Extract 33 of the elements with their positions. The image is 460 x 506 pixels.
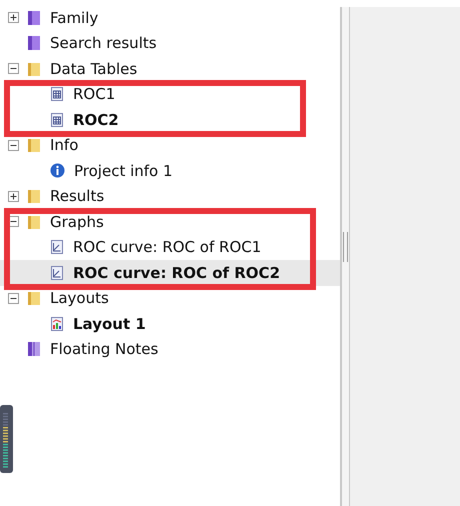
book-icon — [27, 10, 41, 26]
tree-item[interactable]: Data Tables — [0, 56, 340, 82]
chart-icon — [50, 239, 64, 256]
book-icon — [27, 35, 41, 52]
folder-icon — [27, 60, 41, 77]
collapse-icon[interactable] — [8, 63, 19, 74]
chart-icon — [50, 264, 64, 281]
tree-item[interactable]: Graphs — [0, 209, 340, 234]
tree-item[interactable]: Project info 1 — [0, 158, 340, 184]
folder-icon — [27, 214, 41, 230]
info-icon — [50, 163, 65, 178]
collapse-icon[interactable] — [8, 292, 19, 304]
tree-item[interactable]: Family — [0, 5, 340, 30]
tree-item[interactable]: Search results — [0, 30, 340, 56]
tree-item[interactable]: Layout 1 — [0, 311, 340, 336]
layout-icon — [50, 316, 64, 332]
collapse-icon[interactable] — [8, 140, 19, 151]
tree-item[interactable]: Layouts — [0, 286, 340, 311]
notebook-icon — [27, 341, 41, 358]
folder-icon — [27, 188, 41, 204]
expand-icon[interactable] — [8, 12, 19, 24]
folder-icon — [27, 290, 41, 306]
table-icon — [50, 86, 64, 102]
folder-icon — [27, 137, 41, 154]
tree-item[interactable]: ROC1 — [0, 82, 340, 107]
tree-item[interactable]: ROC2 — [0, 107, 340, 132]
level-meter-drawing — [0, 405, 14, 475]
table-icon — [50, 112, 64, 128]
expand-icon[interactable] — [8, 190, 19, 202]
tree-item[interactable]: Floating Notes — [0, 336, 340, 362]
tree-item[interactable]: Info — [0, 132, 340, 158]
tree-item[interactable]: Results — [0, 184, 340, 209]
tree-item[interactable]: ROC curve: ROC of ROC1 — [0, 234, 340, 260]
